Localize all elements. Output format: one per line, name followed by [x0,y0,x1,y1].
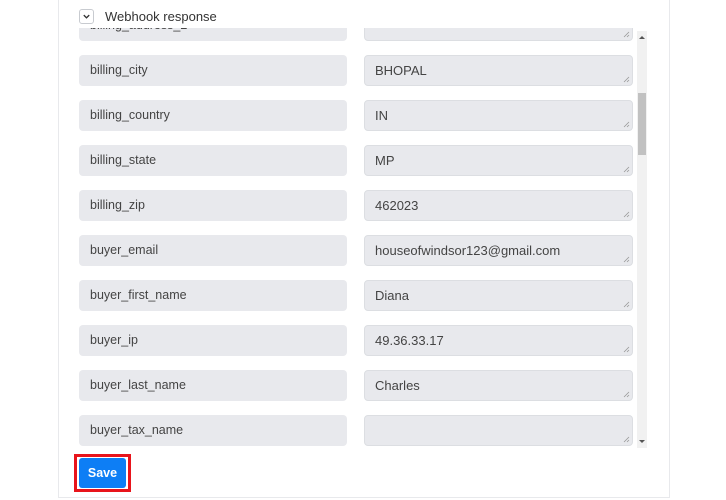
field-row: billing_state MP [79,145,637,190]
field-row: buyer_ip 49.36.33.17 [79,325,637,370]
resize-grip-icon[interactable] [623,346,630,353]
field-key: buyer_last_name [79,370,347,401]
field-key: billing_state [79,145,347,176]
field-key: buyer_tax_name [79,415,347,446]
field-key: buyer_ip [79,325,347,356]
resize-grip-icon[interactable] [623,166,630,173]
field-row: buyer_first_name Diana [79,280,637,325]
field-row: billing_address_2 [79,28,637,55]
resize-grip-icon[interactable] [623,211,630,218]
field-key: billing_zip [79,190,347,221]
field-value-textarea[interactable]: houseofwindsor123@gmail.com [364,235,633,266]
scroll-down-arrow-icon[interactable] [639,440,645,443]
field-value-text: 462023 [375,198,419,213]
field-row: buyer_tax_name [79,415,637,449]
resize-grip-icon[interactable] [623,256,630,263]
field-value-text: Diana [375,288,409,303]
field-key: billing_city [79,55,347,86]
field-value-textarea[interactable] [364,415,633,446]
field-value-textarea[interactable] [364,28,633,41]
resize-grip-icon[interactable] [623,391,630,398]
field-value-text: MP [375,153,395,168]
save-button[interactable]: Save [79,458,126,488]
resize-grip-icon[interactable] [623,31,630,38]
field-value-text: BHOPAL [375,63,427,78]
scrollbar-thumb[interactable] [638,92,646,155]
field-value-textarea[interactable]: BHOPAL [364,55,633,86]
scroll-up-arrow-icon[interactable] [639,36,645,39]
scrollbar[interactable] [637,31,647,448]
field-value-text: houseofwindsor123@gmail.com [375,243,561,258]
field-row: billing_country IN [79,100,637,145]
field-key: buyer_email [79,235,347,266]
chevron-down-icon [83,14,90,19]
field-key: billing_country [79,100,347,131]
field-rows: billing_address_2billing_cityBHOPALbilli… [79,28,637,449]
resize-grip-icon[interactable] [623,121,630,128]
field-row: buyer_last_name Charles [79,370,637,415]
field-value-textarea[interactable]: Diana [364,280,633,311]
field-row: buyer_email houseofwindsor123@gmail.com [79,235,637,280]
field-value-text: 49.36.33.17 [375,333,444,348]
resize-grip-icon[interactable] [623,436,630,443]
field-row: billing_zip 462023 [79,190,637,235]
fields-scroll-area[interactable]: billing_address_2billing_cityBHOPALbilli… [79,28,637,449]
field-key: billing_address_2 [79,28,347,41]
field-value-text: IN [375,108,388,123]
field-key: buyer_first_name [79,280,347,311]
section-header: Webhook response [79,6,217,26]
field-value-textarea[interactable]: 49.36.33.17 [364,325,633,356]
collapse-toggle[interactable] [79,8,94,24]
field-value-textarea[interactable]: MP [364,145,633,176]
resize-grip-icon[interactable] [623,76,630,83]
field-value-textarea[interactable]: Charles [364,370,633,401]
field-value-text: Charles [375,378,420,393]
resize-grip-icon[interactable] [623,301,630,308]
field-value-textarea[interactable]: 462023 [364,190,633,221]
section-title: Webhook response [105,8,217,24]
field-value-textarea[interactable]: IN [364,100,633,131]
field-row: billing_city BHOPAL [79,55,637,100]
